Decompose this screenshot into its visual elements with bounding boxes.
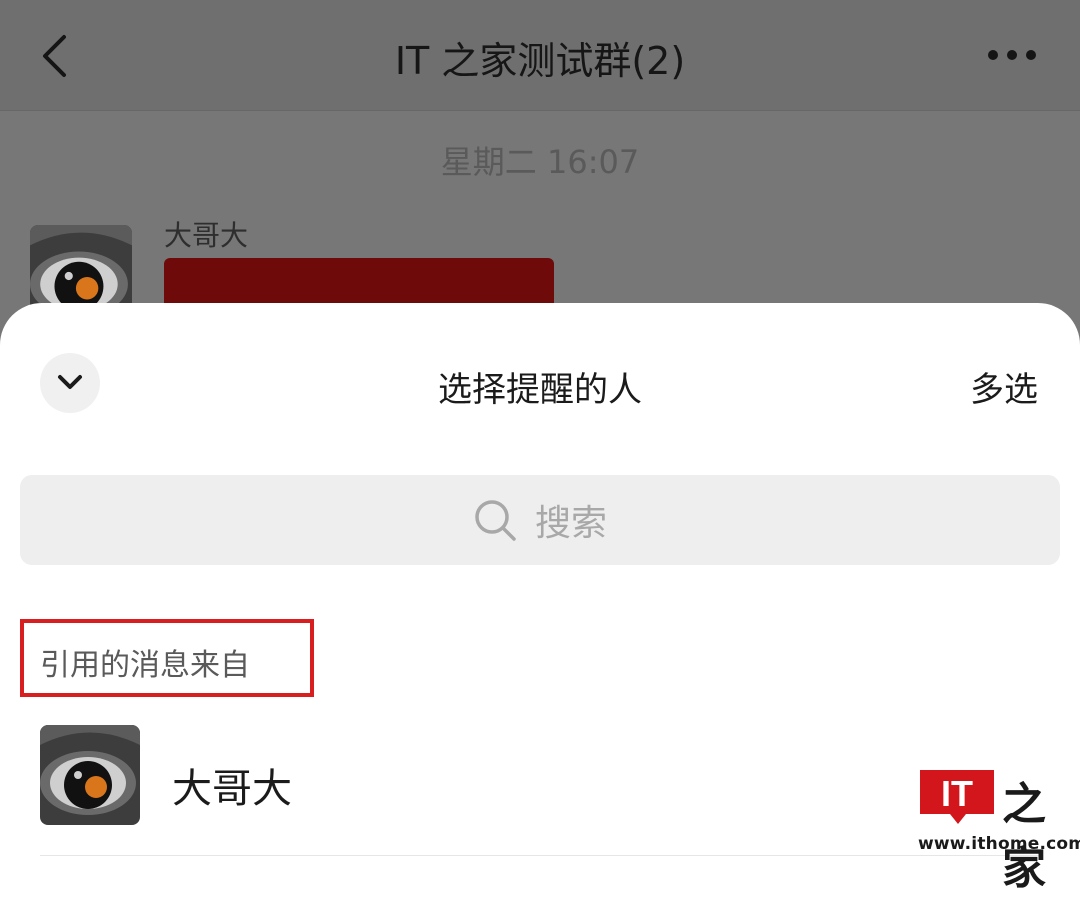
multi-select-button[interactable]: 多选 [970,362,1038,411]
watermark-home-text: 之家 [1002,779,1046,894]
message-sender: 大哥大 [164,219,249,252]
section-label: 引用的消息来自 [40,648,250,683]
watermark-url: www.ithome.com [918,834,1080,854]
message-timestamp: 星期二 16:07 [440,143,640,181]
member-name: 大哥大 [172,766,292,812]
svg-text:IT: IT [941,773,973,814]
sheet-title: 选择提醒的人 [438,370,642,410]
eye-avatar-icon [40,725,140,825]
divider [40,855,1040,856]
search-icon [475,500,516,541]
ithome-watermark: IT 之家 www.ithome.com [918,768,1080,894]
chat-title: IT 之家测试群(2) [394,39,686,83]
chat-header: IT 之家测试群(2) [0,0,1080,111]
search-input[interactable]: 搜索 [20,475,1060,565]
avatar [40,725,140,825]
search-placeholder: 搜索 [534,503,607,544]
more-icon[interactable] [986,48,1038,62]
ithome-logo: IT [920,770,994,824]
